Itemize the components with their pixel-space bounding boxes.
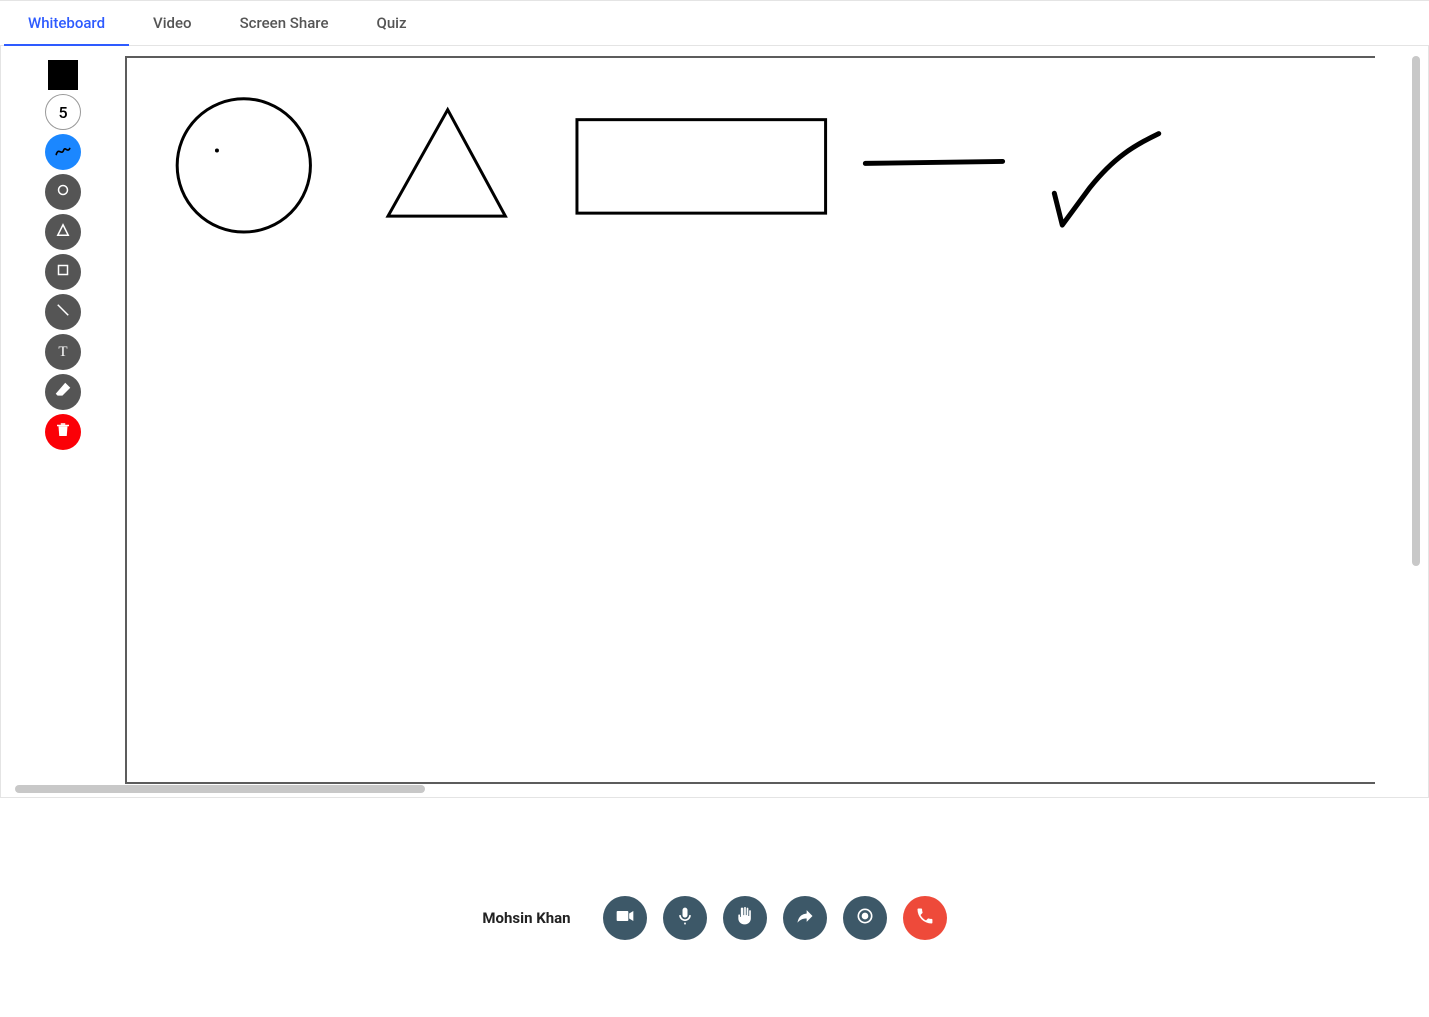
tab-quiz[interactable]: Quiz [353,1,431,46]
text-tool-button[interactable]: T [45,334,81,370]
share-button[interactable] [783,896,827,940]
freehand-icon [54,141,72,163]
camera-icon [615,906,635,930]
horizontal-scrollbar[interactable] [15,785,425,793]
record-button[interactable] [843,896,887,940]
microphone-button[interactable] [663,896,707,940]
drawn-line [865,161,1002,163]
drawn-triangle [388,110,505,216]
canvas-column [125,46,1428,797]
circle-tool-button[interactable] [45,174,81,210]
line-tool-button[interactable] [45,294,81,330]
drawn-circle-dot [215,149,219,153]
microphone-icon [675,906,695,930]
drawn-circle [177,99,310,232]
vertical-scrollbar[interactable] [1412,56,1420,566]
hangup-button[interactable] [903,896,947,940]
freehand-tool-button[interactable] [45,134,81,170]
brush-size-button[interactable]: 5 [45,94,81,130]
record-icon [855,906,875,930]
line-icon [54,301,72,323]
drawn-rectangle [577,120,826,213]
camera-button[interactable] [603,896,647,940]
tab-screen-share[interactable]: Screen Share [216,1,353,46]
color-swatch[interactable] [48,60,78,90]
main-wrapper: 5 [0,46,1429,798]
call-bar: Mohsin Khan [0,858,1429,978]
tab-video[interactable]: Video [129,1,216,46]
drawn-checkmark [1054,134,1158,225]
triangle-icon [54,221,72,243]
eraser-tool-button[interactable] [45,374,81,410]
canvas-drawings [127,58,1375,782]
user-name-label: Mohsin Khan [482,909,570,927]
tab-whiteboard[interactable]: Whiteboard [4,1,129,46]
trash-icon [54,421,72,443]
phone-icon [915,906,935,930]
square-tool-button[interactable] [45,254,81,290]
tabs-row: Whiteboard Video Screen Share Quiz [0,0,1429,46]
whiteboard-canvas[interactable] [125,56,1375,784]
circle-icon [54,181,72,203]
raise-hand-button[interactable] [723,896,767,940]
toolbar: 5 [1,46,125,797]
hand-icon [735,906,755,930]
square-icon [54,261,72,283]
triangle-tool-button[interactable] [45,214,81,250]
clear-tool-button[interactable] [45,414,81,450]
share-icon [795,906,815,930]
eraser-icon [54,381,72,403]
text-icon: T [58,344,67,361]
